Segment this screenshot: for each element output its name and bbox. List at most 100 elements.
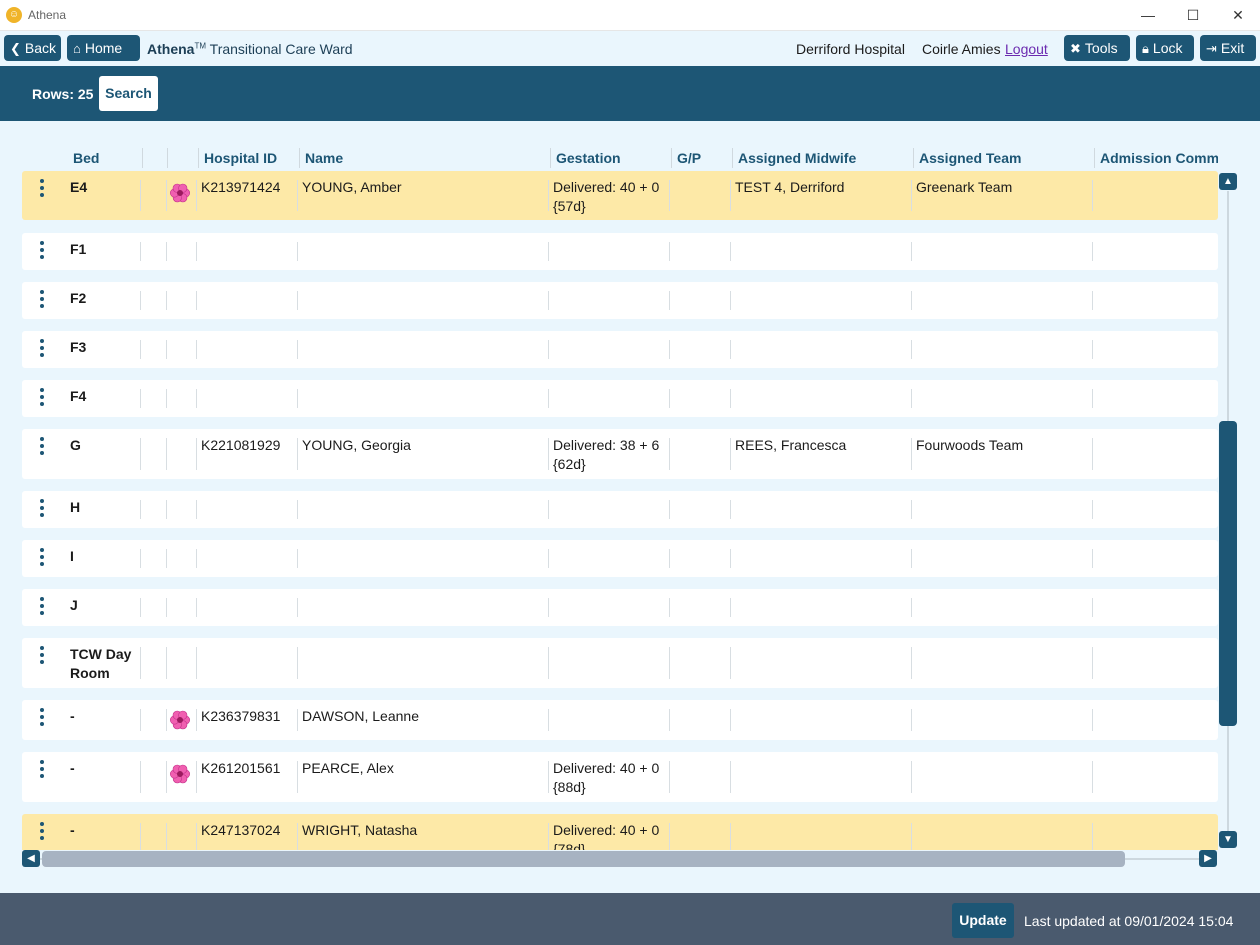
ward-tm: TM: [194, 41, 207, 51]
column-header-gp[interactable]: G/P: [671, 148, 733, 168]
flower-icon: [170, 183, 190, 202]
logout-link[interactable]: Logout: [1005, 41, 1048, 57]
scroll-left-icon[interactable]: ◀: [22, 850, 40, 867]
kebab-menu-icon[interactable]: [38, 646, 46, 667]
window-title: Athena: [28, 8, 67, 22]
column-divider: [196, 598, 197, 617]
column-header-bed[interactable]: Bed: [68, 148, 142, 168]
column-header-assigned-team[interactable]: Assigned Team: [913, 148, 1095, 168]
home-button[interactable]: ⌂ Home: [67, 35, 140, 61]
column-divider: [911, 291, 912, 310]
kebab-menu-icon[interactable]: [38, 597, 46, 618]
ward-brand: Athena: [147, 41, 195, 57]
kebab-menu-icon[interactable]: [38, 388, 46, 409]
column-divider: [140, 389, 141, 408]
table-row[interactable]: - K236379831 DAWSON, Leanne: [22, 700, 1218, 740]
tools-button[interactable]: ✖ Tools: [1064, 35, 1130, 61]
column-divider: [297, 389, 298, 408]
column-header-gestation[interactable]: Gestation: [550, 148, 672, 168]
column-header-admission-comments[interactable]: Admission Comm: [1094, 148, 1218, 168]
column-divider: [140, 242, 141, 261]
home-label: Home: [84, 40, 123, 56]
table-row[interactable]: - K247137024 WRIGHT, Natasha Delivered: 40 …: [22, 814, 1218, 850]
table-row[interactable]: TCW Day Room: [22, 638, 1218, 688]
kebab-menu-icon[interactable]: [38, 499, 46, 520]
column-divider: [297, 709, 298, 731]
column-divider: [166, 823, 167, 850]
vertical-scroll-thumb[interactable]: [1219, 421, 1237, 726]
scroll-up-icon[interactable]: ▲: [1219, 173, 1237, 190]
lock-button[interactable]: 🔒︎ Lock: [1136, 35, 1194, 61]
column-header-name[interactable]: Name: [299, 148, 551, 168]
column-divider: [669, 549, 670, 568]
column-divider: [548, 242, 549, 261]
ward-name: Transitional Care Ward: [209, 41, 353, 57]
column-divider: [166, 242, 167, 261]
update-button[interactable]: Update: [952, 903, 1014, 938]
kebab-menu-icon[interactable]: [38, 760, 46, 781]
footer-bar: Update Last updated at 09/01/2024 15:04: [0, 893, 1260, 945]
bed-cell: -: [70, 822, 75, 838]
column-divider: [548, 647, 549, 679]
column-divider: [297, 291, 298, 310]
column-divider: [140, 180, 141, 211]
column-divider: [911, 180, 912, 211]
table-row[interactable]: F4: [22, 380, 1218, 417]
column-divider: [548, 291, 549, 310]
horizontal-scroll-thumb[interactable]: [42, 851, 1125, 867]
table-row[interactable]: I: [22, 540, 1218, 577]
scroll-right-icon[interactable]: ▶: [1199, 850, 1217, 867]
kebab-menu-icon[interactable]: [38, 290, 46, 311]
column-divider: [730, 438, 731, 470]
column-divider: [911, 647, 912, 679]
horizontal-scrollbar[interactable]: ◀ ▶: [22, 850, 1218, 868]
column-divider: [196, 761, 197, 793]
table-row[interactable]: G K221081929 YOUNG, Georgia Delivered: 38 +…: [22, 429, 1218, 479]
table-row[interactable]: J: [22, 589, 1218, 626]
column-divider: [166, 180, 167, 211]
kebab-menu-icon[interactable]: [38, 339, 46, 360]
column-divider: [166, 761, 167, 793]
close-button[interactable]: ✕: [1215, 0, 1260, 31]
app-header: ❮ Back ⌂ Home AthenaTM Transitional Care W…: [0, 31, 1260, 66]
column-divider: [911, 500, 912, 519]
column-divider: [548, 438, 549, 470]
table-row[interactable]: H: [22, 491, 1218, 528]
ward-title: AthenaTM Transitional Care Ward: [147, 41, 353, 57]
back-button[interactable]: ❮ Back: [4, 35, 61, 61]
column-divider: [669, 180, 670, 211]
table-row[interactable]: F2: [22, 282, 1218, 319]
column-divider: [911, 549, 912, 568]
search-button[interactable]: Search: [99, 76, 158, 111]
column-header-hospital-id[interactable]: Hospital ID: [198, 148, 300, 168]
kebab-menu-icon[interactable]: [38, 437, 46, 458]
maximize-button[interactable]: ☐: [1170, 0, 1216, 31]
table-row[interactable]: F1: [22, 233, 1218, 270]
table-row[interactable]: - K261201561 PEARCE, Alex Delivered: 40 + 0…: [22, 752, 1218, 802]
column-divider: [730, 340, 731, 359]
column-divider: [1092, 823, 1093, 850]
table-row[interactable]: F3: [22, 331, 1218, 368]
kebab-menu-icon[interactable]: [38, 822, 46, 843]
exit-icon: ⇥: [1206, 41, 1217, 56]
vertical-scrollbar[interactable]: ▲ ▼: [1219, 173, 1237, 848]
column-divider: [1092, 340, 1093, 359]
exit-button[interactable]: ⇥ Exit: [1200, 35, 1256, 61]
column-divider: [669, 438, 670, 470]
flower-icon: [170, 764, 190, 784]
column-divider: [140, 438, 141, 470]
column-header-blank-1: [142, 148, 167, 168]
bed-cell: G: [70, 437, 81, 453]
scroll-down-icon[interactable]: ▼: [1219, 831, 1237, 848]
kebab-menu-icon[interactable]: [38, 548, 46, 569]
column-divider: [730, 180, 731, 211]
table-row[interactable]: E4 K213971424 YOUNG, Amber Delivered: 40 + …: [22, 171, 1218, 220]
kebab-menu-icon[interactable]: [38, 708, 46, 729]
column-divider: [196, 647, 197, 679]
column-header-assigned-midwife[interactable]: Assigned Midwife: [732, 148, 914, 168]
kebab-menu-icon[interactable]: [38, 179, 46, 200]
column-divider: [911, 438, 912, 470]
minimize-button[interactable]: —: [1125, 0, 1171, 31]
column-divider: [140, 549, 141, 568]
kebab-menu-icon[interactable]: [38, 241, 46, 262]
